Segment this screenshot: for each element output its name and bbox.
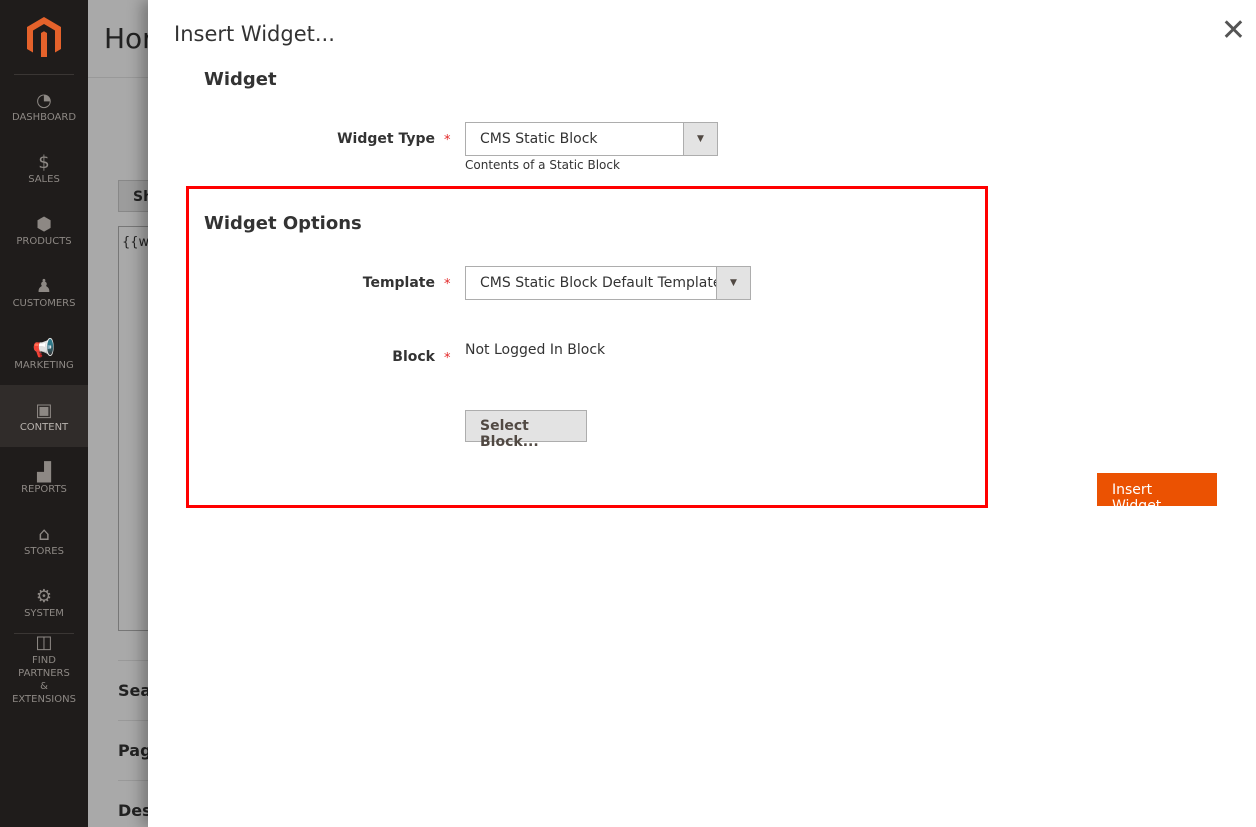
- box-icon: ⬢: [36, 213, 52, 235]
- template-label: Template: [362, 275, 435, 291]
- admin-sidebar: ◔ Dashboard $ Sales ⬢ Products ♟ Customers 📢 Mark…: [0, 0, 88, 827]
- sidebar-item-label: System: [24, 607, 64, 619]
- chevron-down-icon: ▼: [683, 123, 717, 155]
- required-mark: *: [444, 351, 451, 366]
- sidebar-item-label: Stores: [24, 545, 64, 557]
- widget-type-label: Widget Type: [337, 131, 435, 147]
- person-icon: ♟: [35, 275, 53, 297]
- insert-widget-button[interactable]: Insert Widget: [1097, 473, 1217, 514]
- sidebar-item-label: Marketing: [14, 359, 74, 371]
- close-icon[interactable]: ✕: [1221, 16, 1246, 46]
- template-select[interactable]: CMS Static Block Default Template ▼: [465, 266, 751, 300]
- megaphone-icon: 📢: [32, 337, 56, 359]
- sidebar-item-stores[interactable]: ⌂ Stores: [0, 509, 88, 571]
- layout-icon: ▣: [35, 399, 53, 421]
- sidebar-item-label: Products: [16, 235, 72, 247]
- widget-type-select[interactable]: CMS Static Block ▼: [465, 122, 718, 156]
- sidebar-item-label: Dashboard: [11, 111, 77, 123]
- sidebar-item-label: Content: [19, 421, 69, 433]
- sidebar-item-label: Reports: [21, 483, 67, 495]
- insert-widget-modal: Insert Widget... ✕ Widget Widget Type * …: [148, 0, 1256, 827]
- sidebar-item-label: Sales: [28, 173, 60, 185]
- sidebar-item-find-partners[interactable]: ◫ Find Partners & Extensions: [12, 631, 76, 705]
- widget-type-note: Contents of a Static Block: [465, 158, 620, 172]
- sidebar-item-sales[interactable]: $ Sales: [0, 137, 88, 199]
- page-title: Hor: [104, 22, 154, 55]
- block-label: Block: [392, 349, 435, 365]
- select-block-button[interactable]: Select Block...: [465, 410, 587, 450]
- required-mark: *: [444, 133, 451, 148]
- chevron-down-icon: ▼: [716, 267, 750, 299]
- gauge-icon: ◔: [36, 89, 52, 111]
- sidebar-item-system[interactable]: ⚙ System: [0, 571, 88, 633]
- magento-logo[interactable]: [14, 0, 74, 75]
- storefront-icon: ⌂: [38, 523, 50, 545]
- bar-chart-icon: ▟: [37, 461, 51, 483]
- dollar-icon: $: [38, 151, 50, 173]
- lego-brick-icon: ◫: [35, 631, 53, 653]
- sidebar-item-label: Customers: [12, 297, 76, 309]
- gear-icon: ⚙: [35, 585, 53, 607]
- block-value: Not Logged In Block: [465, 342, 606, 358]
- sidebar-item-customers[interactable]: ♟ Customers: [0, 261, 88, 323]
- widget-section-title: Widget: [204, 69, 277, 90]
- sidebar-item-dashboard[interactable]: ◔ Dashboard: [0, 75, 88, 137]
- sidebar-item-content[interactable]: ▣ Content: [0, 385, 88, 447]
- sidebar-item-reports[interactable]: ▟ Reports: [0, 447, 88, 509]
- widget-options-title: Widget Options: [204, 213, 362, 234]
- sidebar-item-marketing[interactable]: 📢 Marketing: [0, 323, 88, 385]
- sidebar-item-products[interactable]: ⬢ Products: [0, 199, 88, 261]
- modal-title: Insert Widget...: [174, 22, 335, 46]
- required-mark: *: [444, 277, 451, 292]
